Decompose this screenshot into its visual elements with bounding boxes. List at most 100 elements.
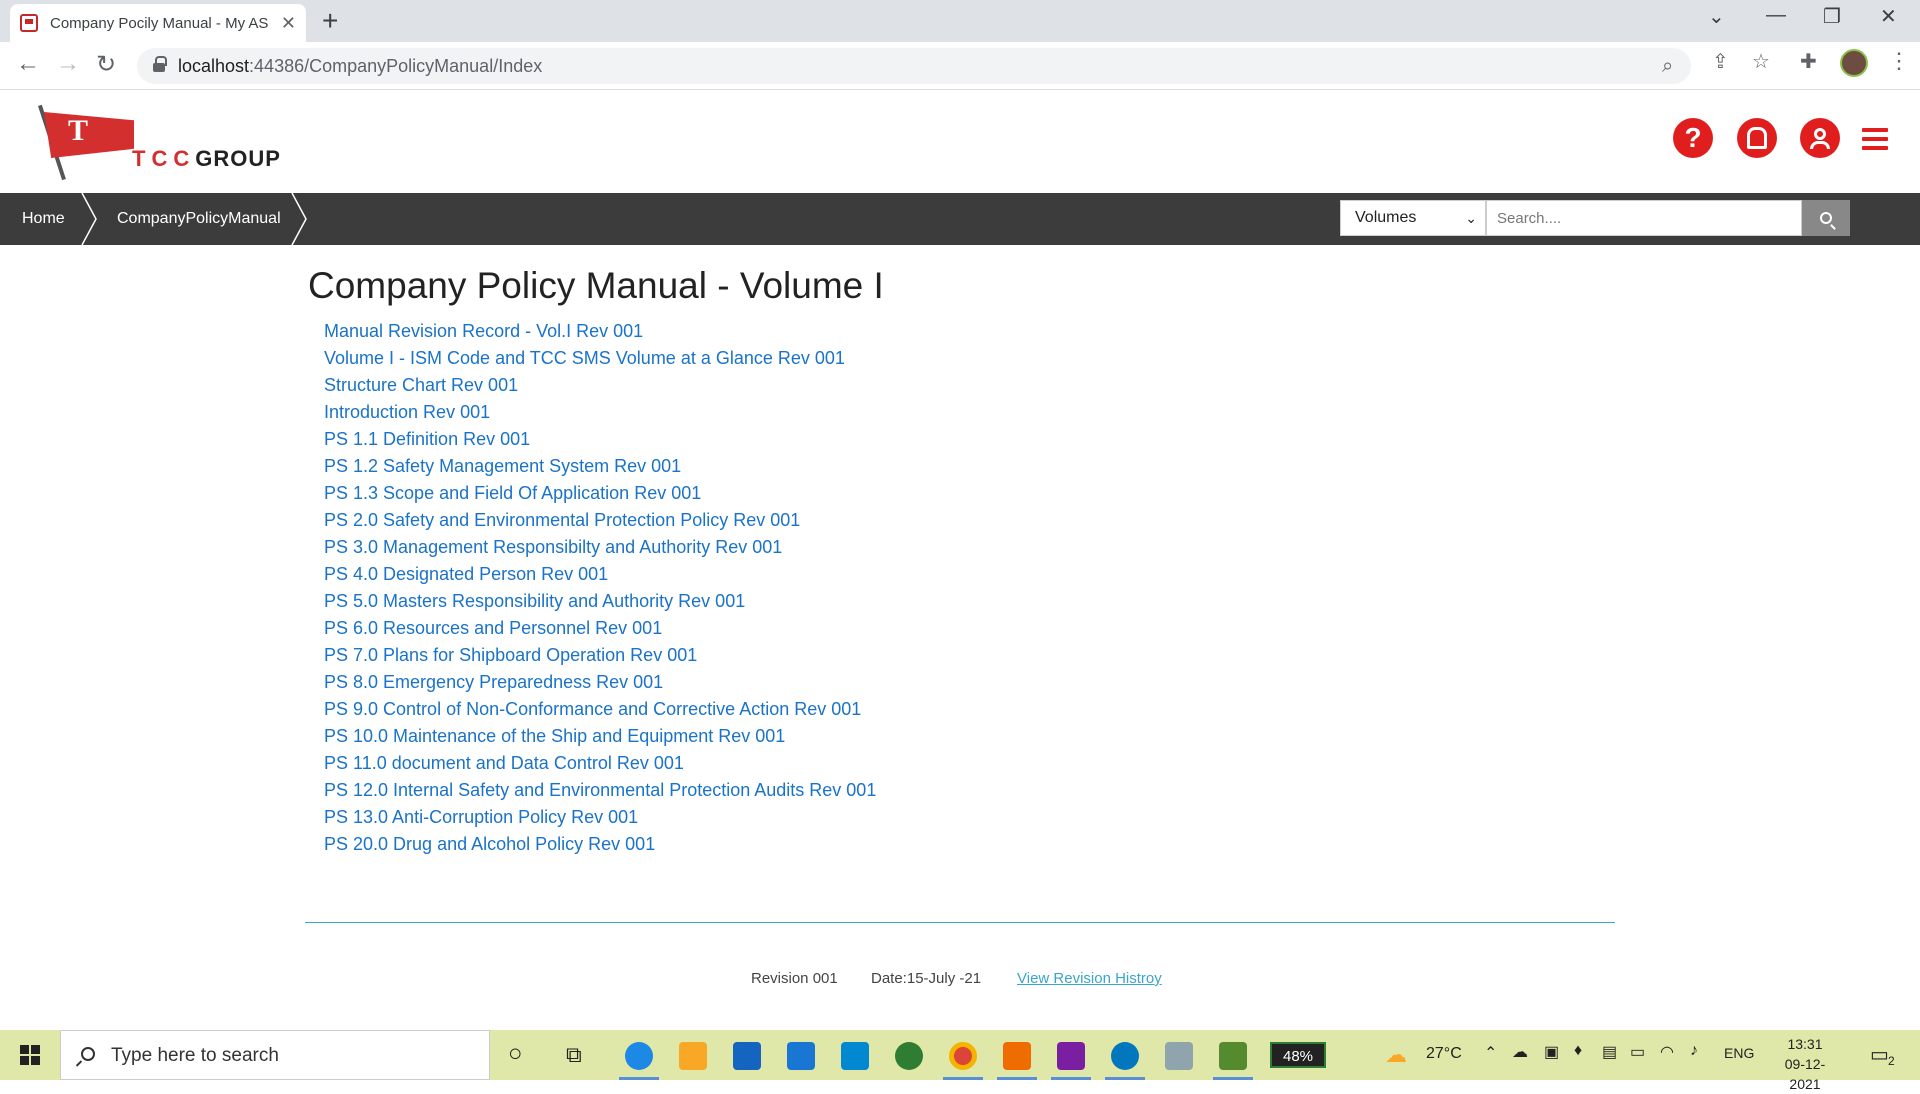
document-link[interactable]: Volume I - ISM Code and TCC SMS Volume a…: [324, 348, 845, 368]
help-icon[interactable]: ?: [1673, 118, 1713, 158]
profile-avatar[interactable]: [1840, 49, 1868, 77]
share-icon[interactable]: ⇪: [1712, 49, 1729, 74]
chrome-icon[interactable]: [949, 1042, 977, 1070]
breadcrumb-separator-icon: [290, 193, 310, 245]
list-item: Volume I - ISM Code and TCC SMS Volume a…: [324, 345, 876, 372]
battery-meter[interactable]: 48%: [1270, 1042, 1326, 1068]
address-bar[interactable]: localhost:44386/CompanyPolicyManual/Inde…: [137, 48, 1691, 84]
document-link[interactable]: PS 20.0 Drug and Alcohol Policy Rev 001: [324, 834, 655, 854]
search-button[interactable]: [1802, 200, 1850, 236]
revision-number: Revision 001: [751, 970, 838, 987]
file-explorer-icon[interactable]: [679, 1042, 707, 1070]
document-link[interactable]: PS 1.1 Definition Rev 001: [324, 429, 530, 449]
browser-menu-icon[interactable]: ⋮: [1888, 48, 1910, 74]
tab-search-icon[interactable]: ⌄: [1708, 4, 1725, 29]
visual-studio-icon[interactable]: [1057, 1042, 1085, 1070]
xampp-icon[interactable]: [1003, 1042, 1031, 1070]
paint-icon[interactable]: [1219, 1042, 1247, 1070]
search-icon: [81, 1047, 95, 1061]
notification-bell-icon[interactable]: [1737, 118, 1777, 158]
list-item: PS 13.0 Anti-Corruption Policy Rev 001: [324, 804, 876, 831]
document-link[interactable]: Manual Revision Record - Vol.I Rev 001: [324, 321, 643, 341]
weather-icon[interactable]: ☁: [1385, 1042, 1407, 1068]
tab-close-icon[interactable]: ✕: [281, 13, 296, 34]
document-link[interactable]: PS 8.0 Emergency Preparedness Rev 001: [324, 672, 663, 692]
taskbar-search[interactable]: Type here to search: [60, 1030, 490, 1080]
volume-icon[interactable]: ♪: [1690, 1042, 1698, 1060]
browser-tab[interactable]: Company Pocily Manual - My AS ✕: [10, 4, 306, 42]
search-input[interactable]: [1486, 200, 1802, 236]
document-link[interactable]: Structure Chart Rev 001: [324, 375, 518, 395]
list-item: PS 9.0 Control of Non-Conformance and Co…: [324, 696, 876, 723]
battery-icon[interactable]: ▭: [1630, 1042, 1645, 1062]
breadcrumb-home[interactable]: Home: [22, 193, 65, 245]
tray-expand-icon[interactable]: ⌃: [1484, 1043, 1497, 1063]
bookmark-star-icon[interactable]: ☆: [1752, 49, 1770, 74]
brand-name: TCCGROUP: [132, 146, 281, 172]
onedrive-icon[interactable]: ☁: [1512, 1042, 1528, 1062]
document-link[interactable]: PS 4.0 Designated Person Rev 001: [324, 564, 608, 584]
document-link[interactable]: PS 3.0 Management Responsibilty and Auth…: [324, 537, 782, 557]
document-list: Manual Revision Record - Vol.I Rev 001 Vo…: [324, 318, 876, 858]
brand-tcc: TCC: [132, 146, 196, 171]
tab-title: Company Pocily Manual - My AS: [50, 14, 269, 32]
breadcrumb-current[interactable]: CompanyPolicyManual: [117, 193, 281, 245]
reload-icon[interactable]: ↻: [96, 50, 116, 79]
brand-group: GROUP: [195, 146, 281, 171]
teamviewer-icon[interactable]: [1111, 1042, 1139, 1070]
mail-icon[interactable]: [787, 1042, 815, 1070]
cortana-icon[interactable]: ○: [508, 1040, 523, 1068]
document-link[interactable]: PS 12.0 Internal Safety and Environmenta…: [324, 780, 876, 800]
document-link[interactable]: PS 5.0 Masters Responsibility and Author…: [324, 591, 745, 611]
list-item: PS 10.0 Maintenance of the Ship and Equi…: [324, 723, 876, 750]
l-app-icon[interactable]: [841, 1042, 869, 1070]
clock[interactable]: 13:31 09-12-2021: [1770, 1034, 1840, 1094]
extensions-icon[interactable]: ✚: [1800, 49, 1817, 74]
menu-hamburger-icon[interactable]: [1862, 128, 1888, 150]
user-profile-icon[interactable]: [1800, 118, 1840, 158]
window-close-icon[interactable]: ✕: [1880, 4, 1897, 29]
new-tab-icon[interactable]: +: [322, 6, 338, 36]
tcc-group-logo[interactable]: T TCCGROUP: [34, 104, 294, 184]
list-item: PS 6.0 Resources and Personnel Rev 001: [324, 615, 876, 642]
store-icon[interactable]: [733, 1042, 761, 1070]
temperature[interactable]: 27°C: [1426, 1045, 1462, 1063]
list-item: PS 3.0 Management Responsibilty and Auth…: [324, 534, 876, 561]
meet-icon[interactable]: ▣: [1544, 1042, 1559, 1062]
document-link[interactable]: Introduction Rev 001: [324, 402, 490, 422]
url-host: localhost: [178, 56, 250, 76]
language-indicator[interactable]: ENG: [1724, 1045, 1754, 1061]
edge-icon[interactable]: [625, 1042, 653, 1070]
flag-letter: T: [68, 114, 89, 147]
notifications-icon[interactable]: ▭: [1870, 1042, 1889, 1067]
notepad-icon[interactable]: [1165, 1042, 1193, 1070]
task-view-icon[interactable]: ⧉: [566, 1042, 582, 1068]
display-icon[interactable]: ▤: [1602, 1042, 1617, 1062]
minimize-icon[interactable]: —: [1766, 4, 1786, 27]
url-text[interactable]: localhost:44386/CompanyPolicyManual/Inde…: [178, 56, 542, 77]
document-link[interactable]: PS 2.0 Safety and Environmental Protecti…: [324, 510, 800, 530]
document-link[interactable]: PS 11.0 document and Data Control Rev 00…: [324, 753, 684, 773]
document-link[interactable]: PS 7.0 Plans for Shipboard Operation Rev…: [324, 645, 697, 665]
document-link[interactable]: PS 13.0 Anti-Corruption Policy Rev 001: [324, 807, 638, 827]
wifi-icon[interactable]: ◠: [1660, 1042, 1674, 1062]
volumes-dropdown[interactable]: Volumes ⌄: [1340, 200, 1486, 236]
back-icon[interactable]: ←: [16, 50, 40, 78]
search-icon: [1820, 212, 1832, 224]
document-link[interactable]: PS 10.0 Maintenance of the Ship and Equi…: [324, 726, 785, 746]
microphone-icon[interactable]: ♦: [1574, 1042, 1582, 1060]
clock-time: 13:31: [1787, 1036, 1823, 1052]
document-link[interactable]: PS 1.2 Safety Management System Rev 001: [324, 456, 681, 476]
footer-divider: [305, 922, 1615, 923]
document-link[interactable]: PS 9.0 Control of Non-Conformance and Co…: [324, 699, 861, 719]
windows-start-icon[interactable]: [20, 1045, 40, 1065]
forward-icon[interactable]: →: [56, 50, 80, 78]
restore-icon[interactable]: ❐: [1823, 4, 1841, 29]
document-link[interactable]: PS 1.3 Scope and Field Of Application Re…: [324, 483, 701, 503]
lock-icon[interactable]: [153, 56, 167, 72]
list-item: Manual Revision Record - Vol.I Rev 001: [324, 318, 876, 345]
view-revision-history-link[interactable]: View Revision Histroy: [1017, 970, 1162, 987]
xbox-icon[interactable]: [895, 1042, 923, 1070]
zoom-icon[interactable]: ⌕: [1662, 55, 1673, 78]
document-link[interactable]: PS 6.0 Resources and Personnel Rev 001: [324, 618, 662, 638]
